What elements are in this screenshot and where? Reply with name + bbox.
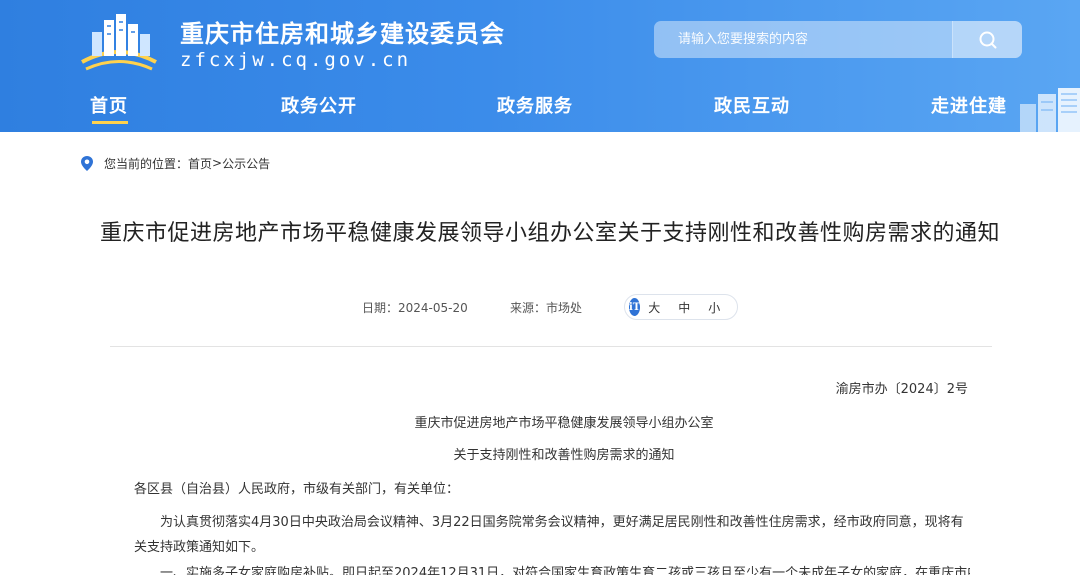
document-paragraph: 为认真贯彻落实4月30日中央政治局会议精神、3月22日国务院常务会议精神，更好满… xyxy=(134,515,964,555)
breadcrumb: 您当前的位置： 首页 > 公示公告 xyxy=(80,153,270,173)
article-title: 重庆市促进房地产市场平稳健康发展领导小组办公室关于支持刚性和改善性购房需求的通知 xyxy=(99,221,1000,246)
nav-item-about[interactable]: 走进住建 xyxy=(931,92,1007,118)
content-divider xyxy=(110,346,992,347)
font-size-icon: iT xyxy=(629,298,641,316)
building-emblem-icon[interactable] xyxy=(78,12,160,74)
document-number: 渝房市办〔2024〕2号 xyxy=(835,382,968,397)
cityscape-decoration-icon xyxy=(1020,88,1080,132)
article-source: 来源：市场处 xyxy=(510,301,583,315)
nav-active-indicator xyxy=(92,121,128,124)
font-size-large-button[interactable]: 大 xyxy=(648,299,660,316)
font-size-medium-button[interactable]: 中 xyxy=(678,299,690,316)
location-pin-icon xyxy=(81,155,93,171)
search-box xyxy=(654,21,1022,58)
nav-item-government-services[interactable]: 政务服务 xyxy=(497,92,573,118)
main-nav: 首页 政务公开 政务服务 政民互动 走进住建 xyxy=(0,84,1080,132)
document-heading-line1: 重庆市促进房地产市场平稳健康发展领导小组办公室 xyxy=(414,416,714,431)
site-header: 重庆市住房和城乡建设委员会 zfcxjw.cq.gov.cn 首页 政务公开 政… xyxy=(0,0,1080,132)
font-size-control: iT 大 中 小 xyxy=(624,294,738,320)
nav-item-government-affairs[interactable]: 政务公开 xyxy=(281,92,357,118)
breadcrumb-prefix: 您当前的位置： xyxy=(104,156,189,171)
document-heading-line2: 关于支持刚性和改善性购房需求的通知 xyxy=(453,448,675,463)
search-button[interactable] xyxy=(952,21,1022,58)
document-paragraph: 一、实施多子女家庭购房补贴。即日起至2024年12月31日，对符合国家生育政策生… xyxy=(160,566,970,575)
site-domain: zfcxjw.cq.gov.cn xyxy=(180,49,412,71)
breadcrumb-home-link[interactable]: 首页 xyxy=(188,155,212,172)
article-date: 日期：2024-05-20 xyxy=(362,301,468,315)
search-input[interactable] xyxy=(654,21,954,58)
font-size-small-button[interactable]: 小 xyxy=(708,299,720,316)
breadcrumb-current-link[interactable]: 公示公告 xyxy=(222,155,270,172)
nav-item-home[interactable]: 首页 xyxy=(90,92,128,118)
article-meta: 日期：2024-05-20 来源：市场处 iT 大 中 小 xyxy=(0,292,1080,322)
site-title[interactable]: 重庆市住房和城乡建设委员会 xyxy=(180,14,505,49)
breadcrumb-separator: > xyxy=(212,156,223,170)
search-icon xyxy=(979,31,996,48)
document-addressee: 各区县（自治县）人民政府，市级有关部门，有关单位： xyxy=(134,482,460,497)
nav-item-public-interaction[interactable]: 政民互动 xyxy=(714,92,790,118)
